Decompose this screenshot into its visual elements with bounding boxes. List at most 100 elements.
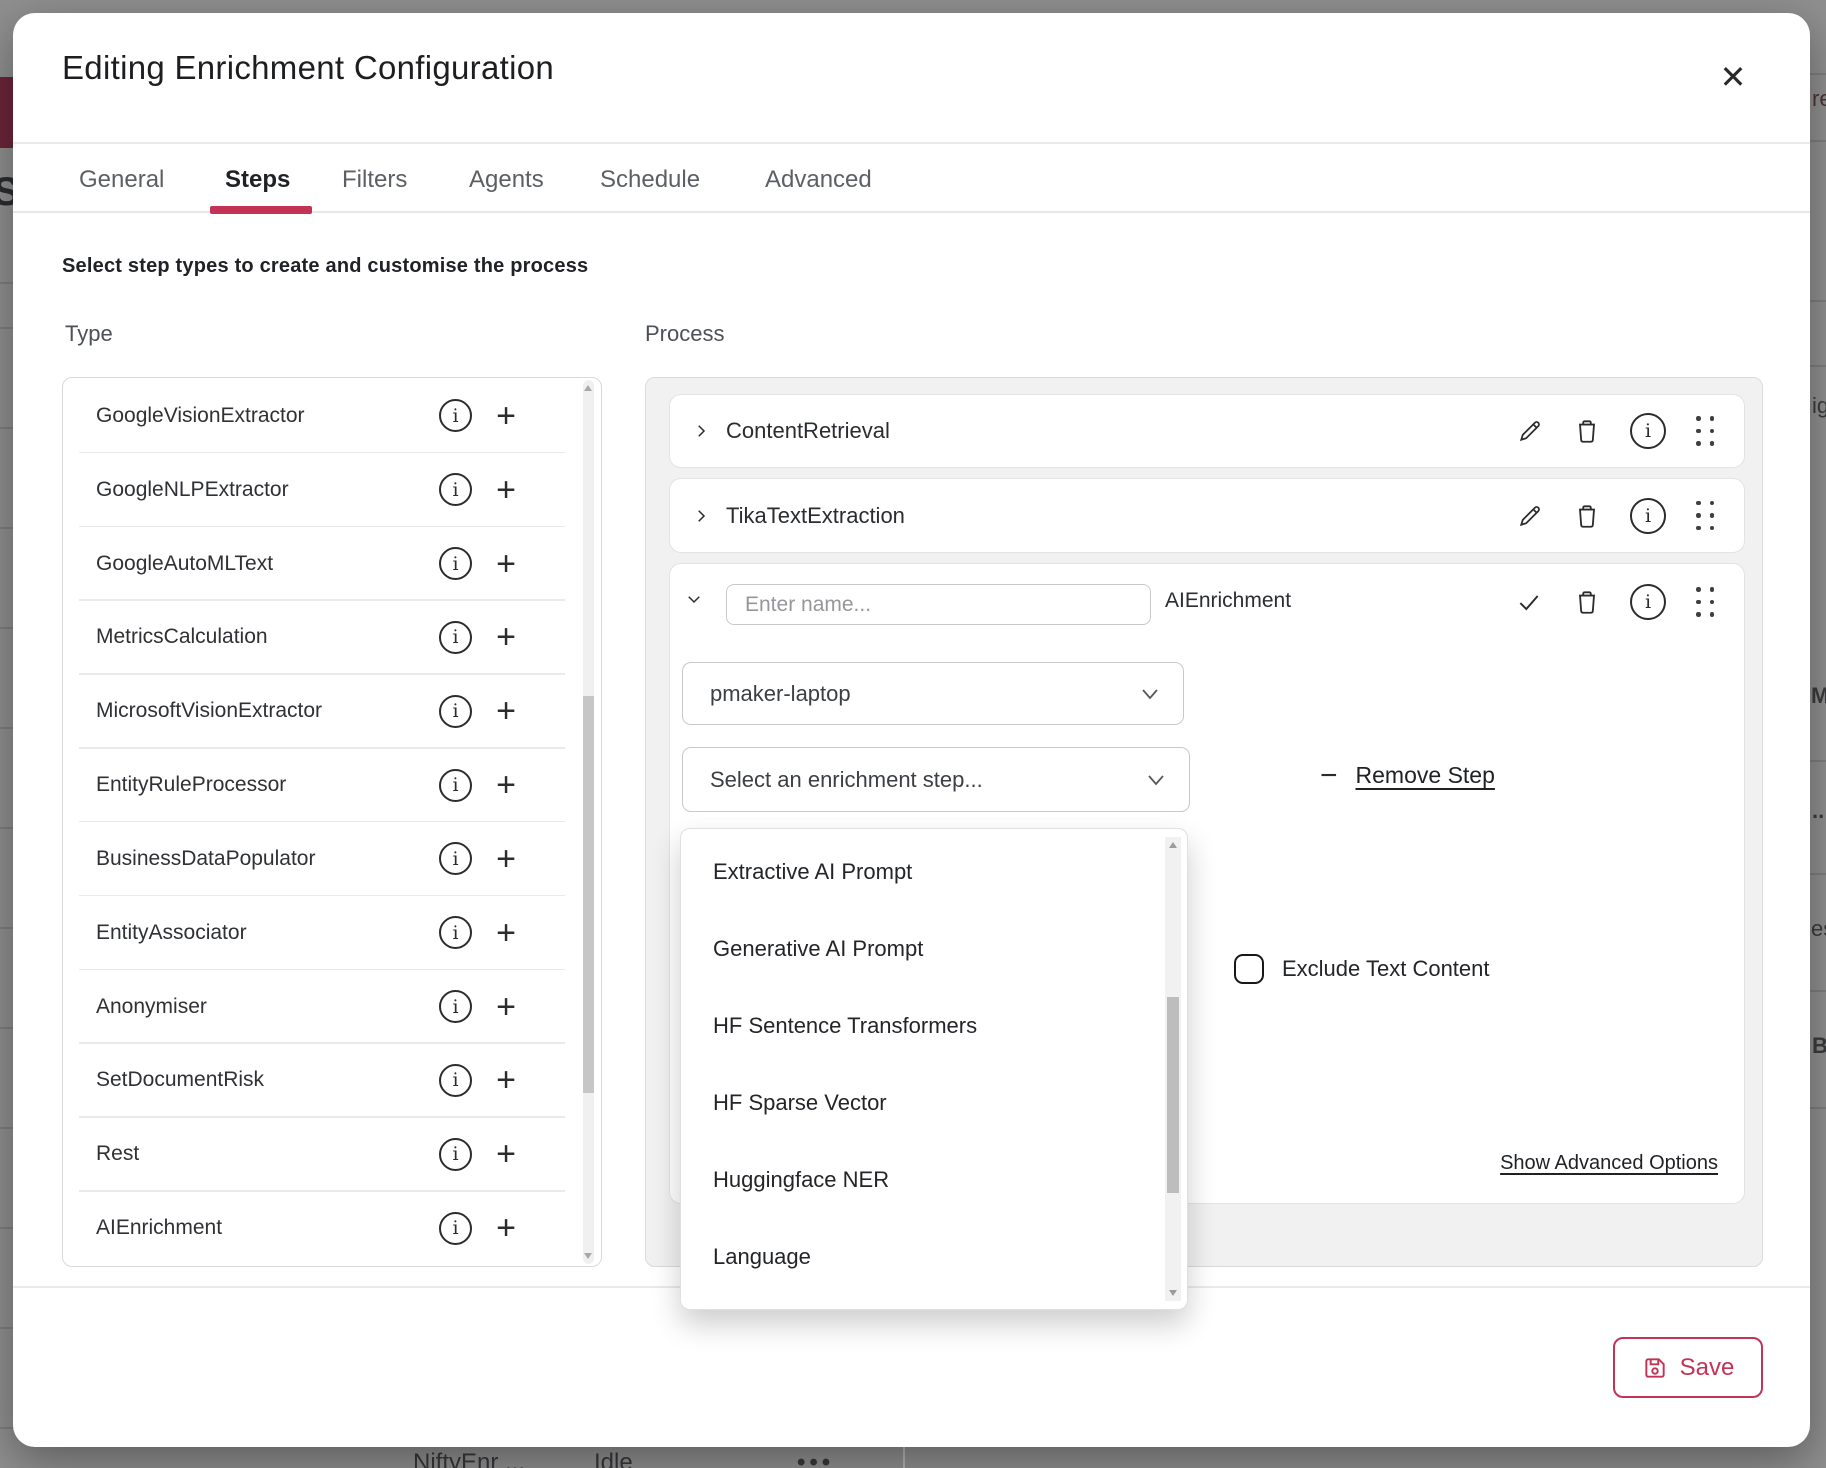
info-icon[interactable]: i	[439, 769, 472, 802]
add-step-icon[interactable]: +	[489, 918, 523, 948]
scroll-down-icon[interactable]	[1169, 1290, 1177, 1296]
info-icon[interactable]: i	[439, 990, 472, 1023]
tab-steps[interactable]: Steps	[225, 166, 290, 194]
background-row-line	[0, 327, 13, 329]
collapse-chevron-down-icon[interactable]	[684, 590, 704, 611]
dialog-subtitle: Select step types to create and customis…	[62, 255, 588, 278]
type-list-scrollbar[interactable]	[583, 380, 594, 1264]
show-advanced-options-link[interactable]: Show Advanced Options	[1500, 1152, 1718, 1175]
add-step-icon[interactable]: +	[489, 1139, 523, 1169]
background-row-line	[1810, 73, 1826, 75]
info-icon[interactable]: i	[439, 1138, 472, 1171]
type-column-label: Type	[65, 321, 113, 347]
agent-select[interactable]: pmaker-laptop	[682, 662, 1184, 725]
enrichment-select-placeholder: Select an enrichment step...	[710, 767, 983, 793]
add-step-icon[interactable]: +	[489, 992, 523, 1022]
dropdown-option[interactable]: Huggingface NER	[681, 1141, 1187, 1218]
info-icon[interactable]: i	[439, 547, 472, 580]
background-row-line	[1810, 300, 1826, 302]
tab-advanced[interactable]: Advanced	[765, 166, 872, 194]
dropdown-option[interactable]: Generative AI Prompt	[681, 910, 1187, 987]
tab-filters[interactable]: Filters	[342, 166, 407, 194]
add-step-icon[interactable]: +	[489, 549, 523, 579]
info-icon[interactable]: i	[439, 916, 472, 949]
info-icon[interactable]: i	[439, 399, 472, 432]
drag-handle-icon[interactable]	[1696, 416, 1714, 446]
add-step-icon[interactable]: +	[489, 770, 523, 800]
add-step-icon[interactable]: +	[489, 475, 523, 505]
tab-schedule[interactable]: Schedule	[600, 166, 700, 194]
drag-handle-icon[interactable]	[1696, 501, 1714, 531]
background-row-line	[1810, 760, 1826, 762]
type-list-item: EntityRuleProcessor i +	[64, 748, 581, 822]
info-icon[interactable]: i	[439, 1064, 472, 1097]
scroll-down-icon[interactable]	[584, 1253, 592, 1259]
add-step-icon[interactable]: +	[489, 1065, 523, 1095]
info-icon[interactable]: i	[439, 1212, 472, 1245]
info-icon[interactable]: i	[439, 695, 472, 728]
expand-chevron-right-icon[interactable]	[692, 422, 710, 440]
chevron-down-icon	[1147, 774, 1165, 786]
info-icon[interactable]: i	[439, 842, 472, 875]
background-row-line	[0, 1227, 13, 1229]
background-row-line	[0, 627, 13, 629]
type-name: BusinessDataPopulator	[96, 847, 315, 871]
background-text-fragment: B	[1812, 1033, 1826, 1059]
drag-handle-icon[interactable]	[1696, 587, 1714, 617]
dropdown-option[interactable]: HF Sparse Vector	[681, 1064, 1187, 1141]
info-icon[interactable]: i	[1630, 584, 1666, 620]
dropdown-scrollbar[interactable]	[1165, 837, 1181, 1301]
enrichment-step-dropdown: Extractive AI Prompt Generative AI Promp…	[680, 828, 1188, 1310]
process-column-label: Process	[645, 321, 724, 347]
process-step-card: TikaTextExtraction i	[669, 478, 1745, 553]
info-icon[interactable]: i	[439, 621, 472, 654]
enrichment-step-select[interactable]: Select an enrichment step...	[682, 747, 1190, 812]
info-icon[interactable]: i	[439, 473, 472, 506]
step-name-input[interactable]	[726, 584, 1151, 625]
remove-step-button[interactable]: − Remove Step	[1320, 762, 1495, 789]
background-column-divider	[903, 1447, 905, 1468]
edit-pencil-icon[interactable]	[1516, 417, 1544, 445]
background-row-line	[0, 727, 13, 729]
delete-trash-icon[interactable]	[1574, 588, 1600, 616]
background-row-line	[0, 927, 13, 929]
add-step-icon[interactable]: +	[489, 622, 523, 652]
scroll-up-icon[interactable]	[1169, 842, 1177, 848]
info-icon[interactable]: i	[1630, 413, 1666, 449]
dropdown-option[interactable]: HF Sentence Transformers	[681, 987, 1187, 1064]
delete-trash-icon[interactable]	[1574, 502, 1600, 530]
edit-pencil-icon[interactable]	[1516, 502, 1544, 530]
background-row-line	[0, 1027, 13, 1029]
exclude-text-content-checkbox[interactable]	[1234, 954, 1264, 984]
background-row-line	[1810, 140, 1826, 142]
type-name: GoogleNLPExtractor	[96, 478, 289, 502]
expand-chevron-right-icon[interactable]	[692, 507, 710, 525]
screen: S re ig M. .. es B NiftyEnr ... Idle •••…	[0, 0, 1826, 1468]
scroll-up-icon[interactable]	[584, 385, 592, 391]
tab-agents[interactable]: Agents	[469, 166, 544, 194]
info-icon[interactable]: i	[1630, 498, 1666, 534]
add-step-icon[interactable]: +	[489, 401, 523, 431]
dropdown-option[interactable]: Language	[681, 1218, 1187, 1295]
scrollbar-thumb[interactable]	[583, 696, 594, 1093]
background-row-line	[1810, 873, 1826, 875]
type-name: Rest	[96, 1142, 139, 1166]
type-name: MetricsCalculation	[96, 625, 268, 649]
background-text-fragment: ig	[1812, 393, 1826, 419]
add-step-icon[interactable]: +	[489, 844, 523, 874]
delete-trash-icon[interactable]	[1574, 417, 1600, 445]
add-step-icon[interactable]: +	[489, 696, 523, 726]
tab-general[interactable]: General	[79, 166, 164, 194]
background-config-name: NiftyEnr ...	[413, 1449, 525, 1468]
scrollbar-thumb[interactable]	[1167, 997, 1179, 1193]
type-name: AIEnrichment	[96, 1216, 222, 1240]
type-name: EntityRuleProcessor	[96, 773, 286, 797]
dropdown-option[interactable]: Extractive AI Prompt	[681, 833, 1187, 910]
chevron-down-icon	[1141, 688, 1159, 700]
save-button[interactable]: Save	[1613, 1337, 1763, 1398]
add-step-icon[interactable]: +	[489, 1213, 523, 1243]
close-icon[interactable]: ✕	[1711, 55, 1755, 99]
type-name: Anonymiser	[96, 995, 207, 1019]
confirm-check-icon[interactable]	[1514, 589, 1544, 615]
background-menu-dots: •••	[797, 1449, 834, 1468]
